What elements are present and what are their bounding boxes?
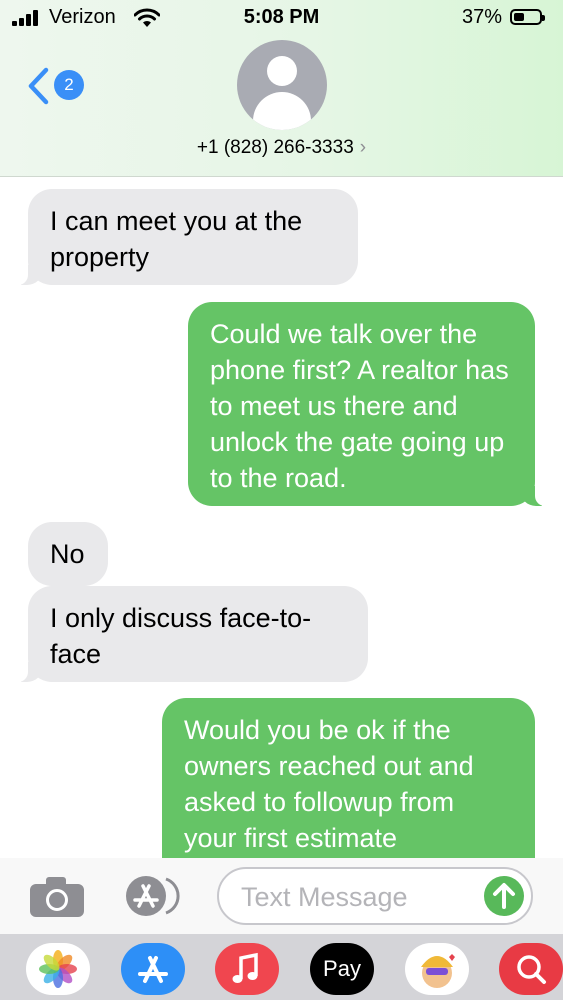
chevron-left-icon <box>28 67 49 105</box>
photos-app-icon <box>39 950 77 988</box>
message-thread[interactable]: I can meet you at the property Could we … <box>0 176 563 858</box>
outgoing-message[interactable]: Would you be ok if the owners reached ou… <box>162 698 535 858</box>
carrier-name: Verizon <box>49 6 116 28</box>
contact-details-button[interactable]: +1 (828) 266-3333 › <box>0 137 563 159</box>
conversation-header: Verizon 5:08 PM 37% 2 +1 (828) 266-3333 › <box>0 0 563 177</box>
arrow-up-icon <box>493 883 515 909</box>
memoji-app-button[interactable] <box>405 943 469 995</box>
compose-bar: Text Message <box>0 858 563 934</box>
message-text: Could we talk over the phone first? A re… <box>210 319 509 493</box>
message-text: No <box>50 539 85 569</box>
web-search-icon <box>517 955 546 984</box>
message-text: Would you be ok if the owners reached ou… <box>184 715 474 853</box>
music-icon <box>232 952 258 983</box>
incoming-message[interactable]: I only discuss face-to-face <box>8 586 368 682</box>
app-store-app-button[interactable] <box>121 943 185 995</box>
app-store-button[interactable] <box>122 875 184 917</box>
photos-app-button[interactable] <box>26 943 90 995</box>
apple-pay-app-button[interactable]: Pay <box>310 943 374 995</box>
outgoing-message[interactable]: Could we talk over the phone first? A re… <box>188 302 555 506</box>
app-store-icon <box>126 876 180 916</box>
person-icon <box>267 56 297 86</box>
web-search-app-button[interactable] <box>499 943 563 995</box>
battery-percent: 37% <box>462 6 503 28</box>
message-text: I can meet you at the property <box>50 206 303 272</box>
message-text: I only discuss face-to-face <box>50 603 312 669</box>
apple-pay-label: Pay <box>323 956 361 981</box>
unread-count-badge: 2 <box>54 70 84 100</box>
message-input[interactable]: Text Message <box>217 867 533 925</box>
back-button[interactable]: 2 <box>26 66 96 106</box>
music-app-button[interactable] <box>215 943 279 995</box>
cellular-signal-icon <box>12 10 42 26</box>
send-button[interactable] <box>484 876 524 916</box>
contact-phone-number: +1 (828) 266-3333 <box>196 137 354 158</box>
incoming-message[interactable]: No <box>28 522 108 586</box>
memoji-icon <box>421 954 455 988</box>
imessage-app-drawer: Pay <box>0 934 563 1000</box>
contact-avatar[interactable] <box>237 40 327 130</box>
camera-button[interactable] <box>30 877 86 917</box>
app-store-icon <box>138 956 168 983</box>
wifi-icon <box>134 8 160 27</box>
incoming-message[interactable]: I can meet you at the property <box>8 189 358 285</box>
battery-icon <box>510 9 545 25</box>
status-bar: Verizon 5:08 PM 37% <box>0 0 563 36</box>
message-input-placeholder: Text Message <box>241 882 408 912</box>
chevron-right-icon: › <box>359 137 367 158</box>
